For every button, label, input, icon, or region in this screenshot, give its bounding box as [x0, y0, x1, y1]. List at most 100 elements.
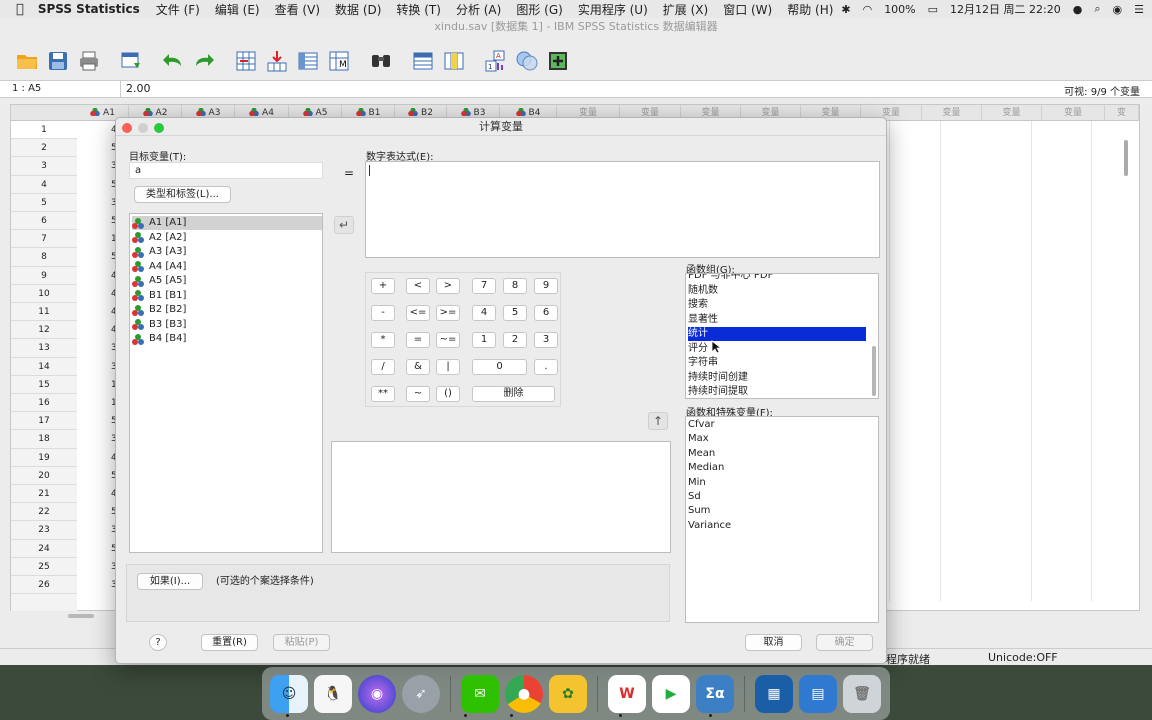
function-item[interactable]: Max: [688, 432, 709, 446]
menu-utilities[interactable]: 实用程序 (U): [578, 1, 648, 18]
key-and-button[interactable]: &: [406, 359, 430, 375]
if-button[interactable]: 如果(I)...: [137, 573, 203, 590]
row-header[interactable]: 16: [11, 394, 77, 413]
row-header[interactable]: 3: [11, 157, 77, 176]
menu-help[interactable]: 帮助 (H): [787, 1, 833, 18]
insert-cases-icon[interactable]: [410, 48, 436, 74]
chrome-icon[interactable]: ●: [505, 674, 543, 713]
row-header[interactable]: 11: [11, 303, 77, 322]
spotlight-icon[interactable]: ⌕: [1094, 2, 1100, 16]
function-group-item[interactable]: 字符串: [688, 356, 866, 370]
open-folder-icon[interactable]: [14, 48, 40, 74]
key-minus-button[interactable]: -: [371, 305, 395, 321]
row-header[interactable]: 18: [11, 430, 77, 449]
row-header[interactable]: 14: [11, 358, 77, 376]
menu-transform[interactable]: 转换 (T): [396, 1, 441, 18]
insert-variable-icon[interactable]: [441, 48, 467, 74]
menu-edit[interactable]: 编辑 (E): [215, 1, 260, 18]
function-group-item[interactable]: 随机数: [688, 284, 866, 298]
key-or-button[interactable]: |: [436, 359, 460, 375]
key-7-button[interactable]: 7: [472, 278, 496, 294]
close-icon[interactable]: [122, 123, 132, 133]
row-header[interactable]: 22: [11, 503, 77, 522]
row-header[interactable]: 12: [11, 321, 77, 340]
row-header[interactable]: 5: [11, 194, 77, 212]
row-header[interactable]: 8: [11, 248, 77, 267]
function-item[interactable]: Variance: [688, 519, 731, 533]
column-header[interactable]: 变量: [1042, 105, 1105, 121]
key-2-button[interactable]: 2: [503, 332, 527, 348]
menu-window[interactable]: 窗口 (W): [723, 1, 772, 18]
row-header[interactable]: 23: [11, 521, 77, 540]
app-menu[interactable]: SPSS Statistics: [38, 2, 140, 16]
key-4-button[interactable]: 4: [472, 305, 496, 321]
minimize-icon[interactable]: [138, 123, 148, 133]
cell-value-input[interactable]: 2.00: [126, 82, 151, 95]
key-power-button[interactable]: **: [371, 386, 395, 402]
print-icon[interactable]: [76, 48, 102, 74]
row-header[interactable]: 24: [11, 540, 77, 558]
menu-file[interactable]: 文件 (F): [156, 1, 200, 18]
variables-icon[interactable]: [295, 48, 321, 74]
function-group-item[interactable]: 持续时间提取: [688, 385, 866, 398]
move-function-up-arrow-icon[interactable]: ↑: [648, 412, 668, 430]
apple-icon[interactable]: : [16, 2, 24, 17]
column-header[interactable]: 变量: [922, 105, 982, 121]
variable-list-item[interactable]: A1 [A1]: [132, 216, 322, 230]
control-center-icon[interactable]: ☰: [1134, 3, 1144, 16]
variable-list-item[interactable]: B4 [B4]: [132, 332, 186, 346]
variable-list-item[interactable]: B1 [B1]: [132, 289, 186, 303]
photos-icon[interactable]: ✿: [549, 674, 587, 713]
spss-icon[interactable]: Σα: [696, 674, 734, 713]
keynote-icon[interactable]: ▦: [755, 674, 793, 713]
spreadsheet-icon[interactable]: ▤: [799, 674, 837, 713]
reset-button[interactable]: 重置(R): [201, 634, 258, 651]
row-header[interactable]: 6: [11, 212, 77, 231]
zoom-icon[interactable]: [154, 123, 164, 133]
wifi-icon[interactable]: ◠: [863, 3, 873, 16]
help-button[interactable]: ?: [149, 634, 167, 651]
function-item[interactable]: Mean: [688, 447, 715, 461]
goto-case-icon[interactable]: [233, 48, 259, 74]
function-item[interactable]: Min: [688, 476, 706, 490]
row-header[interactable]: 17: [11, 412, 77, 431]
select-cases-icon[interactable]: [545, 48, 571, 74]
video-player-icon[interactable]: ▶: [652, 674, 690, 713]
datetime[interactable]: 12月12日 周二 22:20: [950, 1, 1061, 17]
find-icon[interactable]: [368, 48, 394, 74]
menu-data[interactable]: 数据 (D): [335, 1, 381, 18]
row-header[interactable]: 21: [11, 485, 77, 504]
key-less-equal-button[interactable]: <=: [406, 305, 430, 321]
variable-list-item[interactable]: A2 [A2]: [132, 231, 186, 245]
row-header[interactable]: 1: [11, 121, 77, 140]
row-header[interactable]: 26: [11, 576, 77, 595]
paste-button[interactable]: 粘贴(P): [273, 634, 330, 651]
row-header[interactable]: 4: [11, 176, 77, 194]
function-item[interactable]: Sum: [688, 504, 710, 518]
variable-list-item[interactable]: B3 [B3]: [132, 318, 186, 332]
key-equal-button[interactable]: =: [406, 332, 430, 348]
column-header[interactable]: 变: [1105, 105, 1139, 121]
variable-list[interactable]: A1 [A1] A2 [A2] A3 [A3] A4 [A4] A5 [A5] B1 [B…: [129, 213, 323, 553]
type-and-label-button[interactable]: 类型和标签(L)...: [134, 186, 231, 203]
row-header[interactable]: 20: [11, 467, 77, 485]
key-divide-button[interactable]: /: [371, 359, 395, 375]
key-greater-than-button[interactable]: >: [436, 278, 460, 294]
wechat-icon[interactable]: ✉: [461, 674, 499, 713]
key-plus-button[interactable]: +: [371, 278, 395, 294]
key-parentheses-button[interactable]: (): [436, 386, 460, 402]
key-greater-equal-button[interactable]: >=: [436, 305, 460, 321]
function-item[interactable]: Median: [688, 461, 724, 475]
numeric-expression-input[interactable]: [365, 161, 880, 258]
row-header[interactable]: 10: [11, 285, 77, 303]
row-header[interactable]: 19: [11, 449, 77, 467]
recall-dialog-icon[interactable]: [118, 48, 144, 74]
key-decimal-button[interactable]: .: [534, 359, 558, 375]
function-group-item[interactable]: PDF 与非中心 PDF: [688, 274, 866, 283]
menu-extensions[interactable]: 扩展 (X): [663, 1, 708, 18]
variable-list-item[interactable]: A4 [A4]: [132, 260, 186, 274]
qq-icon[interactable]: 🐧: [314, 674, 352, 713]
row-header[interactable]: 2: [11, 139, 77, 158]
variable-list-item[interactable]: B2 [B2]: [132, 303, 186, 317]
bluetooth-icon[interactable]: ✱: [841, 3, 850, 16]
